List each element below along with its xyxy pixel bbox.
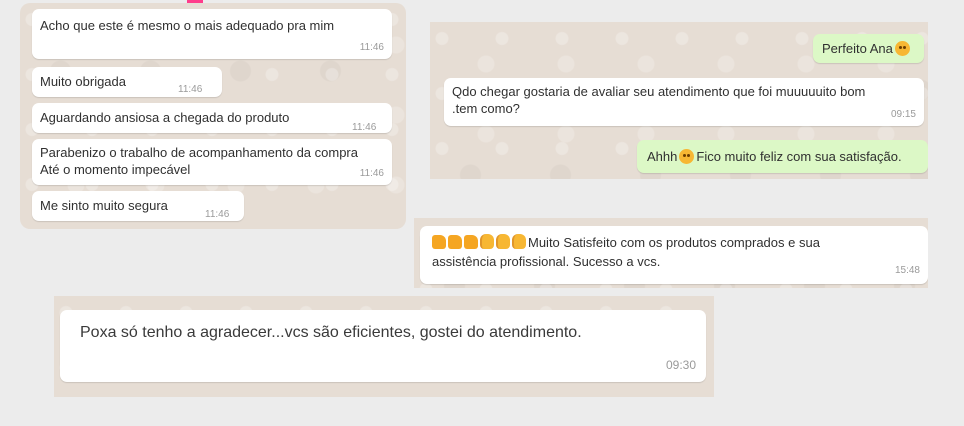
message-text-line-2: assistência profissional. Sucesso a vcs. — [432, 254, 661, 269]
message-text-line-2: .tem como? — [452, 101, 520, 116]
message-bubble-outgoing[interactable]: Ahhh Fico muito feliz com sua satisfação. — [637, 140, 928, 173]
thumbs-up-icon — [432, 235, 446, 249]
message-time: 09:30 — [665, 358, 696, 372]
message-bubble[interactable]: Parabenizo o trabalho de acompanhamento … — [32, 139, 392, 185]
message-bubble[interactable]: Me sinto muito segura 11:46 — [32, 191, 244, 221]
thumbs-up-icon — [448, 235, 462, 249]
message-time: 15:48 — [894, 265, 920, 276]
message-text: Aguardando ansiosa a chegada do produto — [40, 110, 290, 125]
clapping-hands-icon — [496, 234, 510, 249]
message-bubble[interactable]: Aguardando ansiosa a chegada do produto … — [32, 103, 392, 133]
message-text: Perfeito Ana — [822, 40, 912, 57]
message-time: 11:46 — [359, 42, 384, 53]
message-bubble[interactable]: Qdo chegar gostaria de avaliar seu atend… — [444, 78, 924, 126]
message-time: 11:46 — [359, 168, 384, 179]
thumbs-up-icon — [464, 235, 478, 249]
message-text: Poxa só tenho a agradecer...vcs são efic… — [80, 324, 582, 341]
chat-screenshot-left: Acho que este é mesmo o mais adequado pr… — [20, 3, 406, 229]
message-time: 11:46 — [205, 209, 230, 220]
message-bubble[interactable]: Acho que este é mesmo o mais adequado pr… — [32, 9, 392, 59]
message-time: 11:46 — [178, 84, 203, 95]
message-text: Ahhh Fico muito feliz com sua satisfação. — [647, 149, 902, 164]
clapping-hands-icon — [480, 234, 494, 249]
chat-screenshot-bottom: Poxa só tenho a agradecer...vcs são efic… — [54, 296, 714, 397]
message-text: Acho que este é mesmo o mais adequado pr… — [40, 18, 335, 33]
message-text-line-1: Parabenizo o trabalho de acompanhamento … — [40, 145, 358, 160]
smirk-emoji-icon — [894, 41, 910, 56]
chat-screenshot-right: Perfeito Ana Qdo chegar gostaria de aval… — [430, 22, 928, 179]
star-struck-emoji-icon — [679, 149, 695, 164]
message-bubble[interactable]: Poxa só tenho a agradecer...vcs são efic… — [60, 310, 706, 382]
message-time: 09:15 — [890, 109, 916, 120]
message-time: 11:46 — [352, 122, 377, 133]
clapping-hands-icon — [512, 234, 526, 249]
message-bubble-outgoing[interactable]: Perfeito Ana — [813, 34, 924, 63]
message-text: Muito obrigada — [40, 74, 126, 89]
message-text: Me sinto muito segura — [40, 198, 168, 213]
message-text-line-1: Qdo chegar gostaria de avaliar seu atend… — [452, 84, 866, 99]
chat-screenshot-middle: Muito Satisfeito com os produtos comprad… — [414, 218, 928, 288]
message-bubble[interactable]: Muito obrigada 11:46 — [32, 67, 222, 97]
message-text-line-1: Muito Satisfeito com os produtos comprad… — [432, 234, 820, 251]
message-bubble[interactable]: Muito Satisfeito com os produtos comprad… — [420, 226, 928, 284]
message-text-line-2: Até o momento impecável — [40, 162, 191, 177]
